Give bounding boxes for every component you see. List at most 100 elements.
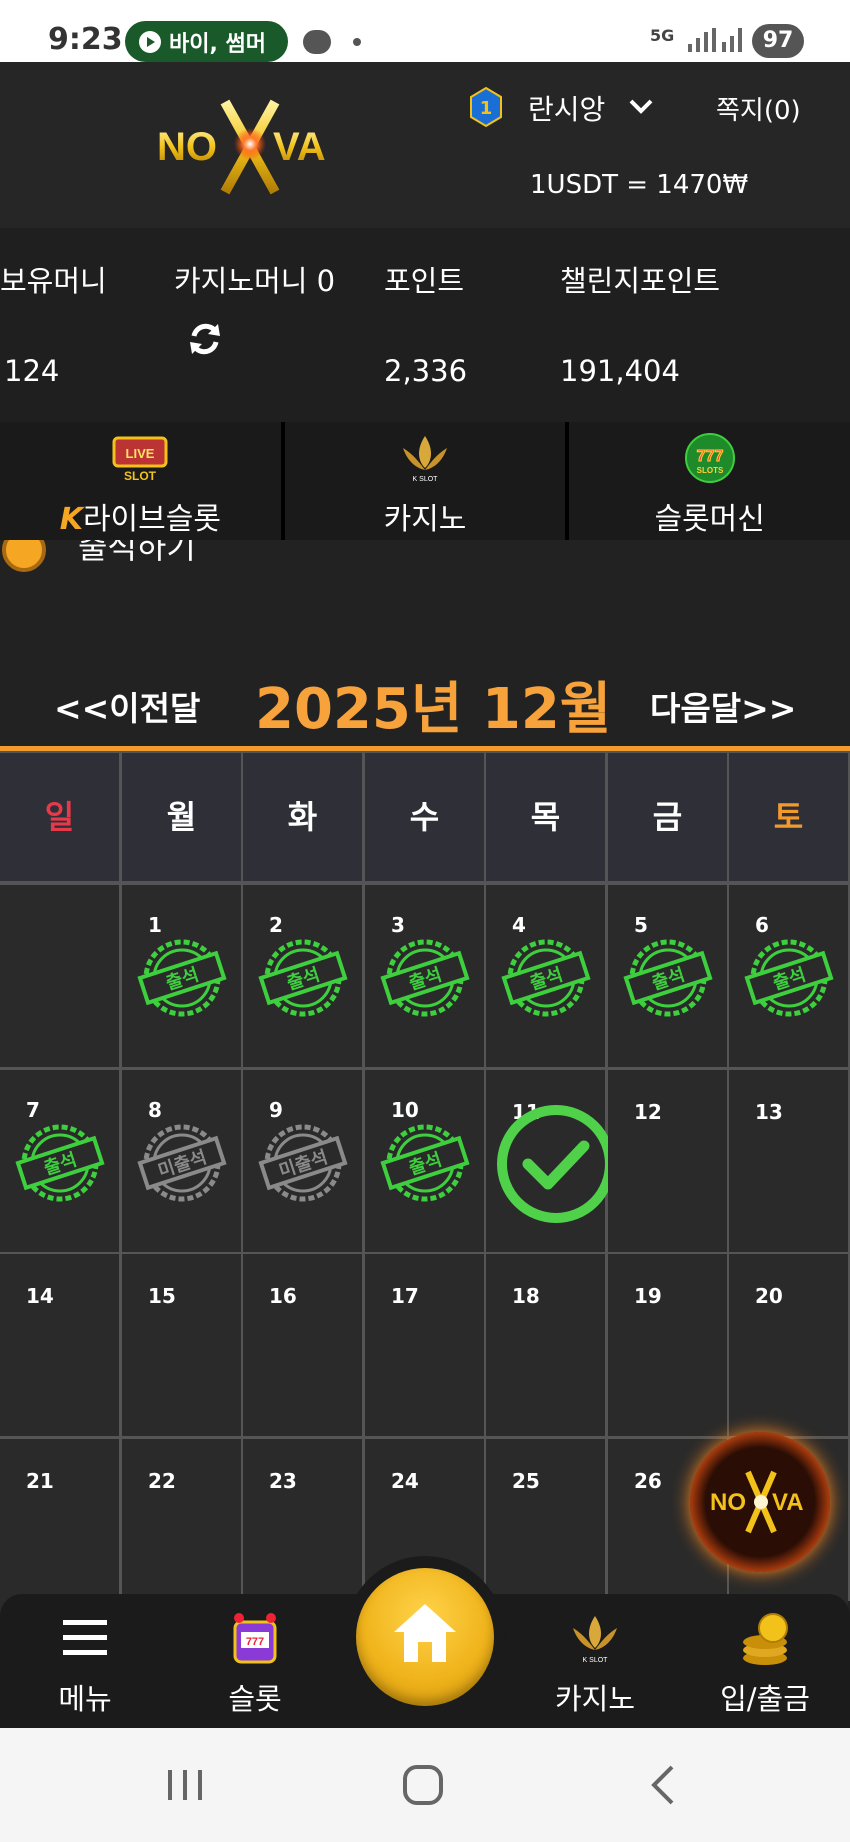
day-number: 23	[269, 1468, 297, 1493]
tab-casino[interactable]: K SLOT 카지노	[284, 422, 570, 540]
tab-live-slot-label: K라이브슬롯	[59, 502, 221, 537]
prev-month-button[interactable]: <<이전달	[54, 682, 200, 730]
svg-text:K SLOT: K SLOT	[583, 1657, 609, 1664]
calendar-day-cell[interactable]: 14	[0, 1254, 119, 1436]
calendar-day-cell	[0, 885, 119, 1067]
weekday-header-cell: 목	[486, 753, 605, 881]
weekday-header-cell: 금	[608, 753, 727, 881]
calendar-day-cell[interactable]: 18	[486, 1254, 605, 1436]
tab-slot-machine[interactable]: 777 SLOTS 슬롯머신	[569, 422, 850, 540]
nav-deposit-label: 입/출금	[720, 1682, 810, 1716]
calendar-day-cell[interactable]: 12	[608, 1069, 727, 1252]
home-button[interactable]	[356, 1568, 494, 1706]
challenge-point-value: 191,404	[560, 354, 680, 388]
calendar-day-cell[interactable]: 4 출석	[486, 885, 605, 1067]
calendar-day-cell[interactable]: 9 미출석	[243, 1069, 362, 1252]
messages-link[interactable]: 쪽지(0)	[716, 90, 801, 127]
back-icon[interactable]	[638, 1762, 688, 1808]
username[interactable]: 란시앙	[528, 88, 605, 128]
day-number: 20	[755, 1284, 783, 1308]
notification-pill-label: 바이, 썸머	[169, 31, 266, 57]
k-slot-lotus-icon: K SLOT	[403, 436, 447, 483]
weekday-header-cell: 월	[122, 753, 241, 881]
refresh-icon[interactable]	[186, 320, 224, 358]
weekday-header-cell: 토	[729, 753, 848, 881]
status-bar: 9:23 바이, 썸머 5G 97	[0, 0, 850, 62]
calendar-day-cell[interactable]: 15	[122, 1254, 241, 1436]
calendar-day-cell[interactable]: 10 출석	[365, 1069, 484, 1252]
day-number: 16	[269, 1284, 297, 1308]
day-number: 6	[755, 913, 769, 937]
calendar-day-cell[interactable]: 19	[608, 1254, 727, 1436]
attendance-circle-icon	[2, 540, 46, 572]
calendar-day-cell[interactable]: 3 출석	[365, 885, 484, 1067]
casino-money-label: 카지노머니 0	[174, 264, 336, 298]
status-time: 9:23	[48, 22, 123, 57]
day-number: 18	[512, 1284, 540, 1308]
day-number: 4	[512, 913, 526, 937]
signal-bars-icon	[688, 28, 742, 52]
day-number: 22	[148, 1468, 176, 1493]
calendar-day-cell[interactable]: 17	[365, 1254, 484, 1436]
weekday-header-cell: 수	[365, 753, 484, 881]
day-number: 12	[634, 1099, 662, 1124]
calendar-day-cell[interactable]: 5 출석	[608, 885, 727, 1067]
chevron-down-icon[interactable]	[627, 92, 655, 120]
gold-coins-icon	[743, 1613, 788, 1665]
day-number: 3	[391, 913, 405, 937]
svg-text:777: 777	[696, 448, 723, 465]
calendar-day-cell[interactable]: 20	[729, 1254, 848, 1436]
floating-nova-button[interactable]: NO VA	[690, 1432, 830, 1572]
tab-slot-machine-label: 슬롯머신	[654, 502, 765, 537]
777-slots-icon: 777 SLOTS	[684, 433, 735, 483]
day-number: 9	[269, 1097, 283, 1122]
calendar-day-cell[interactable]: 8 미출석	[122, 1069, 241, 1252]
absent-stamp-icon: 미출석	[137, 1124, 227, 1201]
point-label: 포인트	[384, 264, 465, 298]
point-value: 2,336	[384, 354, 468, 388]
exchange-rate: 1USDT = 1470₩	[530, 170, 749, 200]
nova-logo[interactable]: NO VA	[155, 92, 345, 202]
home-system-icon[interactable]	[398, 1762, 448, 1808]
day-number: 15	[148, 1284, 176, 1308]
nav-casino-button[interactable]: K SLOT 카지노	[530, 1594, 660, 1728]
attendance-title: 출석하기	[78, 540, 196, 566]
day-number: 25	[512, 1468, 540, 1493]
attended-stamp-icon: 출석	[623, 939, 713, 1017]
notification-pill[interactable]: 바이, 썸머	[125, 21, 288, 62]
tab-live-slot[interactable]: LIVE SLOT K라이브슬롯	[0, 422, 285, 540]
attended-stamp-icon: 출석	[137, 939, 227, 1017]
today-check-icon	[497, 1104, 615, 1223]
recent-apps-icon[interactable]	[160, 1762, 210, 1808]
calendar-day-cell[interactable]: 6 출석	[729, 885, 848, 1067]
nova-logo-icon: NO VA	[710, 1470, 804, 1534]
svg-text:1: 1	[480, 98, 493, 119]
site-header: NO VA 1 란시앙 쪽지(0) 1USDT = 1470₩	[0, 62, 850, 228]
weekday-header-cell: 화	[243, 753, 362, 881]
nav-slot-button[interactable]: 777 슬롯	[190, 1594, 320, 1728]
chat-bubble-icon	[303, 30, 331, 54]
svg-text:VA: VA	[273, 125, 326, 169]
day-number: 5	[634, 913, 648, 937]
live-slot-icon: LIVE SLOT	[112, 436, 168, 483]
holding-money-value: 124	[4, 354, 60, 388]
absent-stamp-icon: 미출석	[258, 1124, 348, 1201]
svg-text:777: 777	[246, 1636, 264, 1648]
svg-text:NO: NO	[710, 1489, 746, 1516]
calendar-day-cell[interactable]: 1 출석	[122, 885, 241, 1067]
calendar-day-cell[interactable]: 2 출석	[243, 885, 362, 1067]
calendar-day-cell[interactable]: 11	[486, 1069, 615, 1252]
attended-stamp-icon: 출석	[380, 1124, 470, 1201]
calendar-day-cell[interactable]: 7 출석	[0, 1069, 119, 1252]
next-month-button[interactable]: 다음달>>	[650, 682, 796, 730]
calendar-day-cell[interactable]: 16	[243, 1254, 362, 1436]
rank-badge-icon: 1	[470, 86, 502, 128]
nav-deposit-button[interactable]: 입/출금	[700, 1594, 830, 1728]
hamburger-menu-icon	[63, 1620, 107, 1655]
attended-stamp-icon: 출석	[258, 939, 348, 1017]
nav-menu-button[interactable]: 메뉴	[20, 1594, 150, 1728]
calendar-day-cell[interactable]: 13	[729, 1069, 848, 1252]
nav-casino-label: 카지노	[554, 1682, 636, 1716]
svg-text:LIVE: LIVE	[126, 446, 155, 461]
month-navigation: <<이전달 2025년 12월 다음달>>	[0, 640, 850, 750]
